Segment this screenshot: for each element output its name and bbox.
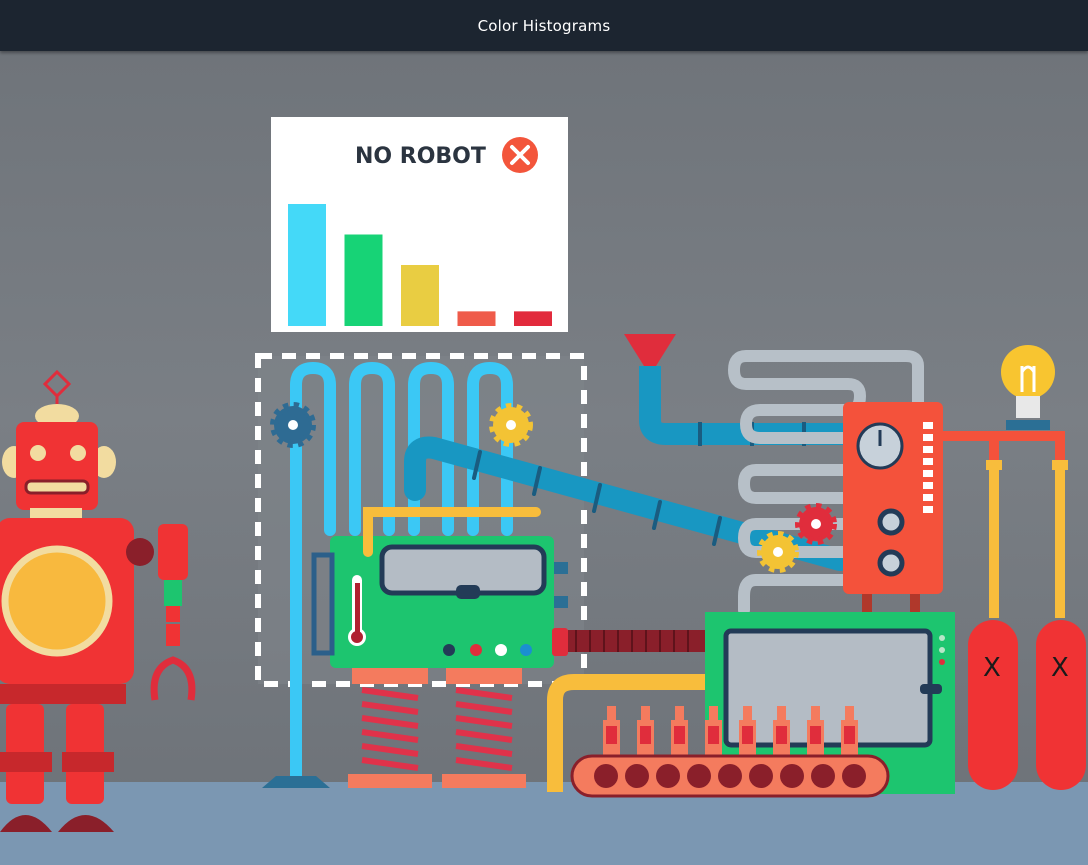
histogram-card: NO ROBOT (271, 117, 568, 332)
gear-icon (757, 531, 799, 573)
tank-right: X (1036, 460, 1086, 790)
scene-svg: NO ROBOT X X (0, 117, 1088, 865)
tank-left-label: X (983, 653, 1001, 683)
floor (0, 782, 1088, 865)
conveyor-belt (570, 754, 890, 798)
robot (0, 369, 196, 832)
window-title: Color Histograms (477, 16, 611, 35)
orange-control-panel (843, 402, 943, 612)
histogram-bar-green (344, 234, 383, 326)
close-icon (502, 137, 538, 173)
pipe-stand (262, 776, 330, 788)
tank-left: X (968, 460, 1018, 790)
gear-icon (270, 402, 316, 448)
illustration-scene: NO ROBOT X X (0, 51, 1088, 865)
tank-pipe (943, 431, 1065, 460)
funnel (624, 334, 676, 366)
lightbulb-icon (1001, 345, 1055, 430)
no-robot-label: NO ROBOT (355, 144, 486, 169)
window-title-bar: Color Histograms (0, 0, 1088, 51)
robot-claw (150, 656, 196, 701)
histogram-bar-yellow (401, 265, 439, 326)
robot-head (16, 422, 98, 510)
histogram-bar-red (514, 311, 552, 326)
tank-right-label: X (1051, 653, 1069, 683)
histogram-bar-cyan (288, 204, 326, 326)
gear-icon (489, 403, 533, 447)
robot-antenna (42, 369, 72, 399)
gear-icon (795, 503, 837, 545)
histogram-bar-orange (457, 311, 496, 326)
